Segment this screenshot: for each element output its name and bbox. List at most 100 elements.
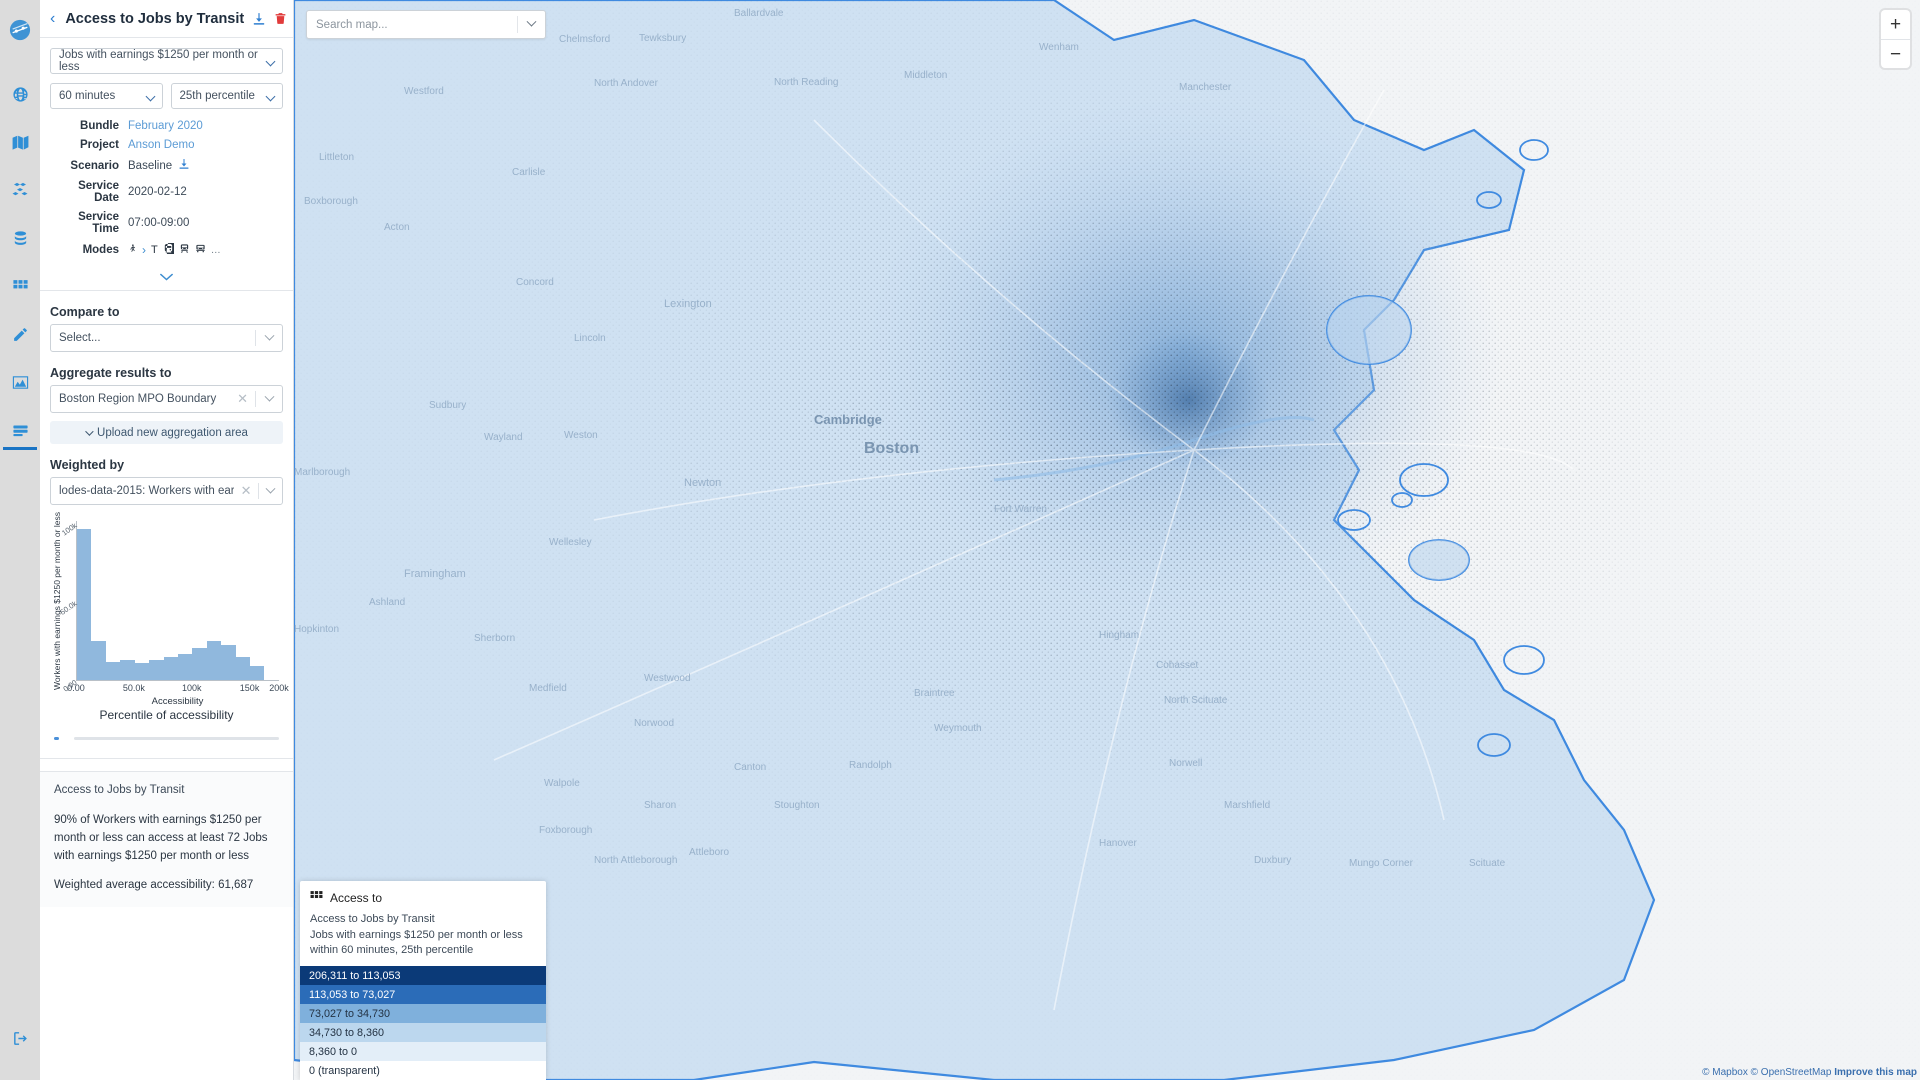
mode-label-t: T xyxy=(151,244,158,256)
search-input[interactable]: Search map... xyxy=(306,10,546,39)
meta-row-bundle: Bundle February 2020 xyxy=(50,120,283,132)
legend-rows: 206,311 to 113,053 113,053 to 73,027 73,02… xyxy=(300,966,546,1080)
attribution-osm[interactable]: © OpenStreetMap xyxy=(1751,1067,1832,1078)
chevron-down-icon xyxy=(85,426,94,436)
legend-row: 0 (transparent) xyxy=(300,1061,546,1080)
section-divider-2 xyxy=(40,758,293,759)
aggregate-results-value: Boston Region MPO Boundary xyxy=(59,393,217,405)
histogram-bar xyxy=(177,653,193,680)
histogram-bar xyxy=(250,666,265,680)
attribution-improve[interactable]: Improve this map xyxy=(1834,1067,1917,1078)
grid-icon[interactable] xyxy=(0,262,40,310)
map-canvas[interactable]: Boston Cambridge Lexington Lincoln Concord Ca… xyxy=(294,0,1920,1080)
chevron-right-icon: › xyxy=(142,243,146,257)
logout-icon[interactable] xyxy=(0,1014,40,1062)
chevron-down-icon[interactable] xyxy=(256,386,282,412)
map-icon[interactable] xyxy=(0,118,40,166)
histogram-bar xyxy=(235,657,251,680)
download-icon[interactable] xyxy=(252,12,266,26)
histogram-bar xyxy=(149,659,164,680)
cutoff-select[interactable]: 60 minutes xyxy=(50,83,163,109)
result-title: Access to Jobs by Transit xyxy=(54,784,185,796)
weighted-by-select[interactable]: lodes-data-2015: Workers with earnin... … xyxy=(50,477,283,505)
histogram-x-axis-label: Accessibility xyxy=(151,696,204,707)
trash-icon[interactable] xyxy=(274,12,287,25)
section-divider xyxy=(40,290,293,291)
attribution-mapbox[interactable]: © Mapbox xyxy=(1702,1067,1748,1078)
histogram-x-tick: 50.0k xyxy=(122,683,145,693)
legend-row: 8,360 to 0 xyxy=(300,1042,546,1061)
chevron-down-icon[interactable] xyxy=(518,11,545,38)
app-root: ‹ Access to Jobs by Transit Jobs with ea… xyxy=(0,0,1920,1080)
compare-to-select[interactable]: Select... xyxy=(50,324,283,352)
chevron-down-icon[interactable] xyxy=(256,325,282,351)
scenario-download-icon[interactable] xyxy=(178,158,190,173)
percentile-slider[interactable] xyxy=(54,732,279,746)
analysis-sidebar: ‹ Access to Jobs by Transit Jobs with ea… xyxy=(40,0,294,1080)
walk-icon xyxy=(128,242,137,258)
bus-icon xyxy=(195,243,206,257)
left-icon-rail xyxy=(0,0,40,1080)
meta-label: Service Time xyxy=(78,211,119,235)
legend-row: 73,027 to 34,730 xyxy=(300,1004,546,1023)
histogram-x-tick: 200k xyxy=(269,683,289,693)
legend-title: Access to xyxy=(330,891,383,906)
histogram-bar xyxy=(221,645,236,680)
legend-row: 206,311 to 113,053 xyxy=(300,966,546,985)
clear-icon[interactable]: ✕ xyxy=(230,391,255,407)
legend-row: 113,053 to 73,027 xyxy=(300,985,546,1004)
logo-icon[interactable] xyxy=(0,0,40,60)
result-summary-card: Access to Jobs by Transit 90% of Workers… xyxy=(40,771,293,908)
meta-value-scenario: Baseline xyxy=(128,159,173,172)
modes-icons: › T … xyxy=(128,229,221,272)
compare-to-label: Compare to xyxy=(50,305,120,319)
expand-details-caret[interactable] xyxy=(50,265,283,290)
histogram-bar xyxy=(163,656,178,680)
aggregate-results-select[interactable]: Boston Region MPO Boundary ✕ xyxy=(50,385,283,413)
result-text: 90% of Workers with earnings $1250 per m… xyxy=(54,814,268,862)
opportunity-dataset-select-wrap: Jobs with earnings $1250 per month or le… xyxy=(50,48,283,74)
meta-label: Bundle xyxy=(80,120,119,132)
result-weighted-average: Weighted average accessibility: 61,687 xyxy=(54,879,254,892)
meta-row-service-time: Service Time 07:00-09:00 xyxy=(50,211,283,235)
analysis-metadata: Bundle February 2020 Project Anson Demo … xyxy=(50,120,283,272)
meta-label: Scenario xyxy=(70,159,119,172)
meta-label: Service Date xyxy=(78,180,119,204)
chart-icon[interactable] xyxy=(0,358,40,406)
chevron-down-icon[interactable] xyxy=(259,478,282,504)
slider-fill[interactable] xyxy=(54,737,59,740)
sidebar-body: Jobs with earnings $1250 per month or le… xyxy=(40,38,293,908)
meta-row-project: Project Anson Demo xyxy=(50,139,283,151)
zoom-in-button[interactable]: + xyxy=(1881,10,1910,39)
histogram-x-tick: 100k xyxy=(181,683,202,693)
back-button[interactable]: ‹ xyxy=(50,10,55,27)
meta-label: Project xyxy=(80,139,119,151)
histogram-bar xyxy=(120,660,135,680)
pencil-icon[interactable] xyxy=(0,310,40,358)
meta-value-bundle[interactable]: February 2020 xyxy=(128,120,203,132)
percentile-select[interactable]: 25th percentile xyxy=(170,83,283,109)
histogram-bar xyxy=(134,662,150,680)
legend-description: Jobs with earnings $1250 per month or le… xyxy=(310,929,523,957)
opportunity-dataset-select[interactable]: Jobs with earnings $1250 per month or le… xyxy=(50,48,283,74)
histogram-bar xyxy=(206,641,222,680)
legend-header: Access to xyxy=(300,881,546,913)
globe-icon[interactable] xyxy=(0,70,40,118)
meta-value-service-date: 2020-02-12 xyxy=(128,186,187,198)
upload-aggregation-area-button[interactable]: Upload new aggregation area xyxy=(50,421,283,444)
bundle-icon[interactable] xyxy=(0,166,40,214)
database-icon[interactable] xyxy=(0,214,40,262)
compare-to-placeholder: Select... xyxy=(59,332,101,344)
regional-analysis-icon[interactable] xyxy=(0,406,40,454)
zoom-out-button[interactable]: − xyxy=(1881,39,1910,68)
meta-row-scenario: Scenario Baseline xyxy=(50,158,283,173)
subway-icon xyxy=(163,229,208,272)
modes-more-ellipsis: … xyxy=(210,244,221,256)
clear-icon[interactable]: ✕ xyxy=(234,483,259,499)
sidebar-header: ‹ Access to Jobs by Transit xyxy=(40,0,293,38)
slider-track[interactable] xyxy=(74,737,279,740)
meta-value-project[interactable]: Anson Demo xyxy=(128,139,194,151)
meta-row-service-date: Service Date 2020-02-12 xyxy=(50,180,283,204)
histogram-x-ticks: 0.00 50.0k 100k 150k 200k xyxy=(67,683,289,697)
percentile-select-wrap: 25th percentile xyxy=(170,83,283,109)
